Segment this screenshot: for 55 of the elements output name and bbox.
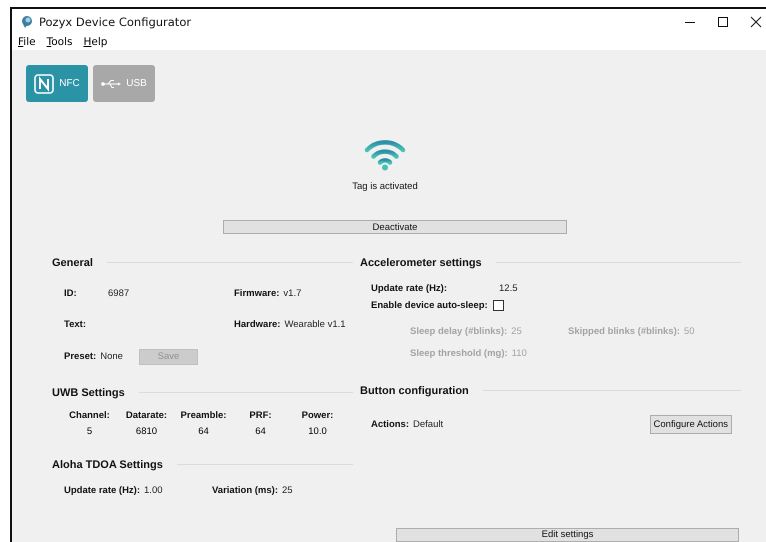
field-label: Actions: — [371, 418, 409, 430]
field-value: 6987 — [108, 288, 130, 299]
menu-item[interactable]: Tools — [46, 36, 72, 48]
configure-actions-button[interactable]: Configure Actions — [650, 414, 732, 434]
field-label: ID: — [64, 288, 78, 299]
field-label: Text: — [64, 319, 86, 330]
menu-item[interactable]: Help — [83, 36, 108, 48]
status-text: Tag is activated — [352, 181, 418, 192]
column-value: 6810 — [134, 424, 158, 438]
menu-item[interactable]: File — [18, 36, 36, 48]
maximize-icon[interactable] — [717, 16, 729, 28]
window-title: Pozyx Device Configurator — [39, 14, 192, 28]
usb-icon — [101, 78, 122, 88]
field-label: Update rate (Hz): — [64, 485, 140, 496]
field-label: Preset: — [64, 351, 96, 362]
section-title: Accelerometer settings — [360, 256, 482, 268]
field-value: v1.7 — [283, 288, 302, 299]
field-label: Sleep threshold (mg): — [410, 348, 508, 359]
column-value: 5 — [86, 424, 94, 438]
field-value: Wearable v1.1 — [284, 319, 346, 330]
field-value: 25 — [511, 326, 522, 337]
field-label: Firmware: — [234, 288, 280, 299]
column-value: 64 — [254, 424, 267, 438]
field-label: Hardware: — [234, 319, 280, 330]
field-value: Default — [413, 418, 444, 430]
field-label: Skipped blinks (#blinks): — [568, 326, 680, 337]
wifi-icon — [364, 138, 406, 171]
close-icon[interactable] — [750, 16, 762, 28]
field-value: None — [100, 351, 123, 362]
column-value: 10.0 — [307, 424, 328, 438]
field-label: Update rate (Hz): — [371, 283, 448, 294]
deactivate-button[interactable]: Deactivate — [223, 220, 567, 234]
field-label: Enable device auto-sleep: — [371, 300, 488, 311]
field-value: 1.00 — [144, 485, 163, 496]
field-label: Sleep delay (#blinks): — [410, 326, 508, 337]
section-title: Button configuration — [360, 384, 469, 396]
field-value: 110 — [512, 348, 527, 359]
edit-settings-button[interactable]: Edit settings — [396, 528, 739, 542]
auto-sleep-checkbox[interactable] — [492, 300, 504, 311]
column-label: Channel: — [68, 408, 111, 422]
column-label: Power: — [300, 408, 334, 422]
column-value: 64 — [197, 424, 210, 438]
field-label: Variation (ms): — [212, 485, 278, 496]
app-logo-icon — [20, 15, 33, 28]
section-title: Aloha TDOA Settings — [52, 458, 163, 470]
column-label: Preamble: — [180, 408, 228, 422]
column-label: Datarate: — [124, 408, 168, 422]
section-title: UWB Settings — [52, 386, 125, 398]
field-value: 50 — [684, 326, 694, 337]
section-title: General — [52, 256, 93, 268]
field-value: 12.5 — [499, 283, 518, 294]
column-label: PRF: — [248, 408, 273, 422]
field-value: 25 — [282, 485, 293, 496]
connection-button[interactable]: NFC — [26, 65, 88, 102]
nfc-icon — [34, 74, 54, 94]
